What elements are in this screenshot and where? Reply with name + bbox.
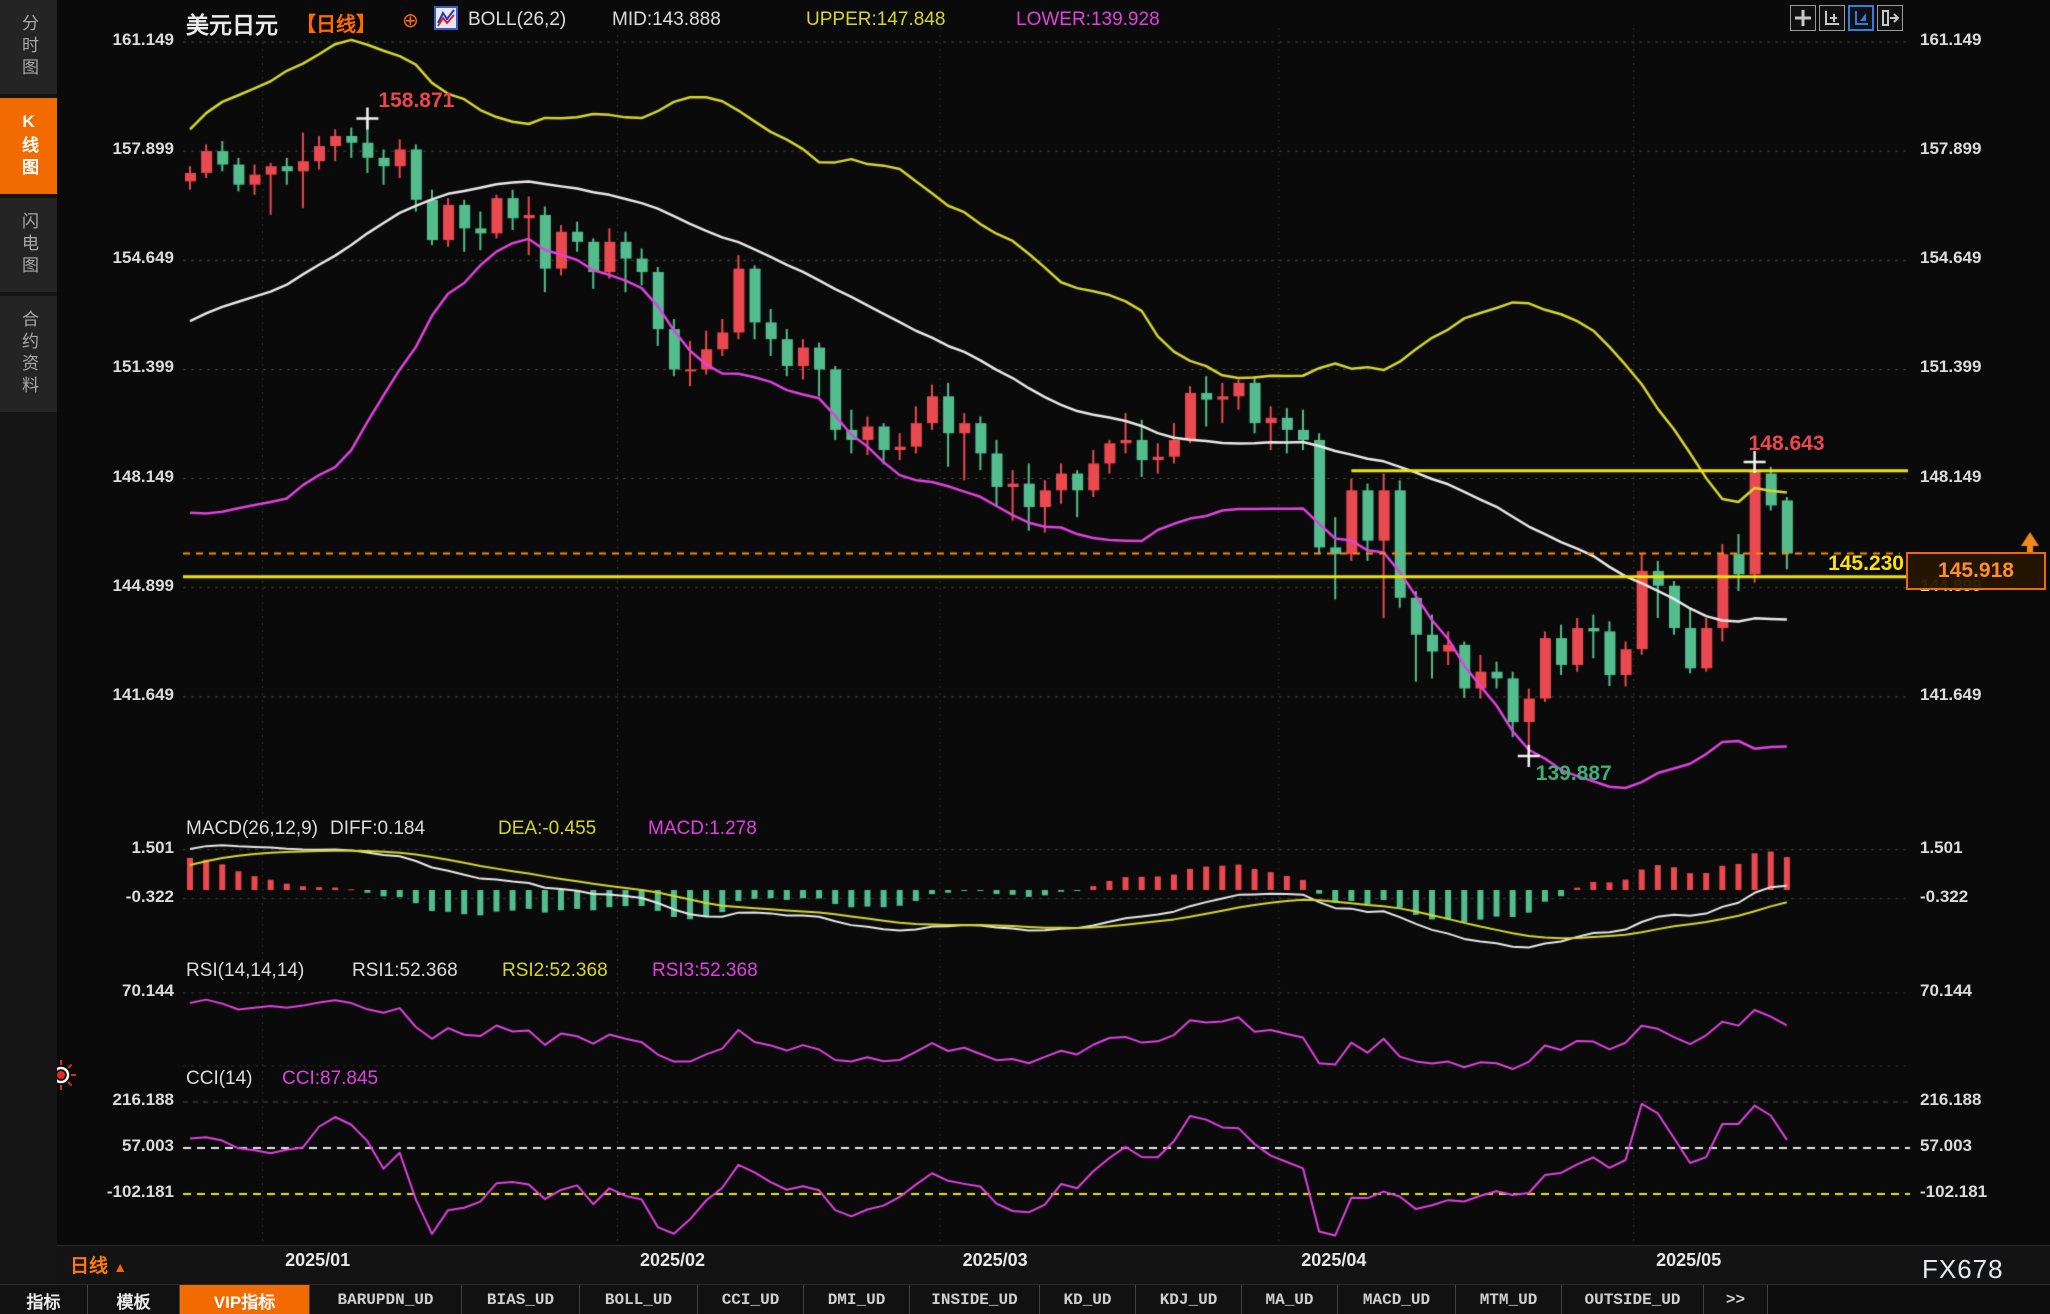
chart-toolbar — [1790, 5, 1903, 31]
macd-dea-value: DEA:-0.455 — [498, 818, 596, 840]
tab-boll_ud[interactable]: BOLL_UD — [580, 1285, 698, 1314]
tab-[interactable]: 指标 — [0, 1285, 88, 1314]
last-price-value: 145.918 — [1938, 559, 2014, 583]
cci-params-label: CCI(14) — [186, 1068, 253, 1090]
price-axis-label-left: 141.649 — [74, 685, 174, 705]
time-axis-month-label: 2025/04 — [1264, 1250, 1404, 1271]
indicator-chart-icon[interactable] — [434, 6, 458, 35]
sidebar-item-0[interactable]: 分时图 — [0, 0, 57, 94]
chart-canvas[interactable] — [0, 0, 2050, 1314]
rsi-axis-label-left: 70.144 — [74, 981, 174, 1001]
price-axis-label-left: 148.149 — [74, 467, 174, 487]
candle-extreme-label: 148.643 — [1749, 432, 1825, 456]
time-axis-month-label: 2025/03 — [925, 1250, 1065, 1271]
tab-kdj_ud[interactable]: KDJ_UD — [1136, 1285, 1242, 1314]
boll-mid-value: MID:143.888 — [612, 9, 721, 31]
price-axis-label-left: 154.649 — [74, 248, 174, 268]
pan-crosshair-icon[interactable] — [1790, 5, 1816, 31]
time-axis-month-label: 2025/01 — [248, 1250, 388, 1271]
rsi-params-label: RSI(14,14,14) — [186, 960, 304, 982]
last-price-marker: 145.918 — [1906, 552, 2046, 590]
boll-lower-value: LOWER:139.928 — [1016, 9, 1160, 31]
rsi1-value: RSI1:52.368 — [352, 960, 458, 982]
macd-params-label: MACD(26,12,9) — [186, 818, 318, 840]
axis-zoom-icon-active[interactable] — [1848, 5, 1874, 31]
cci-axis-label-left: 57.003 — [74, 1136, 174, 1156]
tab-mtm_ud[interactable]: MTM_UD — [1456, 1285, 1562, 1314]
left-sidebar: 分时图K线图闪电图合约资料 — [0, 0, 57, 1314]
compare-add-icon[interactable]: ⊕ — [402, 8, 419, 33]
tab-kd_ud[interactable]: KD_UD — [1040, 1285, 1136, 1314]
period-tag[interactable]: 【日线】 — [296, 8, 376, 37]
tab-inside_ud[interactable]: INSIDE_UD — [910, 1285, 1040, 1314]
candle-extreme-label: 158.871 — [378, 89, 454, 113]
tab-cci_ud[interactable]: CCI_UD — [698, 1285, 804, 1314]
hline-price-label[interactable]: 145.230 — [1828, 552, 1904, 576]
cci-axis-label-right: -102.181 — [1920, 1182, 1987, 1202]
tab-vip[interactable]: VIP指标 — [180, 1285, 310, 1314]
cci-axis-label-left: -102.181 — [74, 1182, 174, 1202]
period-selector[interactable]: 日线 ▲ — [70, 1251, 127, 1278]
period-selector-label: 日线 — [70, 1256, 108, 1277]
collapse-panel-icon[interactable] — [1877, 5, 1903, 31]
price-axis-label-left: 151.399 — [74, 357, 174, 377]
sidebar-item-3[interactable]: 合约资料 — [0, 296, 57, 412]
macd-axis-label-right: -0.322 — [1920, 887, 1968, 907]
cci-axis-label-left: 216.188 — [74, 1090, 174, 1110]
price-axis-label-right: 151.399 — [1920, 357, 1981, 377]
trading-app-window: 分时图K线图闪电图合约资料 美元日元 【日线】 ⊕ BOLL(26,2) MID… — [0, 0, 2050, 1314]
sidebar-item-2[interactable]: 闪电图 — [0, 198, 57, 292]
price-axis-label-right: 141.649 — [1920, 685, 1981, 705]
price-axis-label-left: 161.149 — [74, 30, 174, 50]
symbol-title: 美元日元 — [186, 6, 278, 40]
rsi2-value: RSI2:52.368 — [502, 960, 608, 982]
tab-barupdn_ud[interactable]: BARUPDN_UD — [310, 1285, 462, 1314]
price-axis-label-right: 161.149 — [1920, 30, 1981, 50]
tab-bias_ud[interactable]: BIAS_UD — [462, 1285, 580, 1314]
tab-macd_ud[interactable]: MACD_UD — [1338, 1285, 1456, 1314]
tab-ma_ud[interactable]: MA_UD — [1242, 1285, 1338, 1314]
price-axis-label-right: 148.149 — [1920, 467, 1981, 487]
sidebar-item-1[interactable]: K线图 — [0, 98, 57, 194]
cci-value: CCI:87.845 — [282, 1068, 378, 1090]
boll-upper-value: UPPER:147.848 — [806, 9, 945, 31]
chevron-up-icon: ▲ — [113, 1259, 127, 1275]
time-axis-month-label: 2025/02 — [603, 1250, 743, 1271]
watermark-logo: FX678 — [1922, 1254, 2004, 1285]
indicator-tab-bar: 指标模板VIP指标BARUPDN_UDBIAS_UDBOLL_UDCCI_UDD… — [0, 1284, 2050, 1314]
time-axis-month-label: 2025/05 — [1619, 1250, 1759, 1271]
cci-axis-label-right: 57.003 — [1920, 1136, 1972, 1156]
macd-diff-value: DIFF:0.184 — [330, 818, 425, 840]
candle-extreme-label: 139.887 — [1536, 762, 1612, 786]
price-axis-label-right: 157.899 — [1920, 139, 1981, 159]
tab-outside_ud[interactable]: OUTSIDE_UD — [1562, 1285, 1704, 1314]
cci-axis-label-right: 216.188 — [1920, 1090, 1981, 1110]
macd-hist-value: MACD:1.278 — [648, 818, 757, 840]
price-axis-label-right: 154.649 — [1920, 248, 1981, 268]
tab-dmi_ud[interactable]: DMI_UD — [804, 1285, 910, 1314]
axis-scale-icon[interactable] — [1819, 5, 1845, 31]
macd-axis-label-left: -0.322 — [74, 887, 174, 907]
price-axis-label-left: 144.899 — [74, 576, 174, 596]
boll-params-label: BOLL(26,2) — [468, 9, 566, 31]
tab-[interactable]: 模板 — [88, 1285, 180, 1314]
tab-[interactable]: >> — [1704, 1285, 1768, 1314]
rsi3-value: RSI3:52.368 — [652, 960, 758, 982]
rsi-axis-label-right: 70.144 — [1920, 981, 1972, 1001]
macd-axis-label-right: 1.501 — [1920, 838, 1963, 858]
price-axis-label-left: 157.899 — [74, 139, 174, 159]
macd-axis-label-left: 1.501 — [74, 838, 174, 858]
